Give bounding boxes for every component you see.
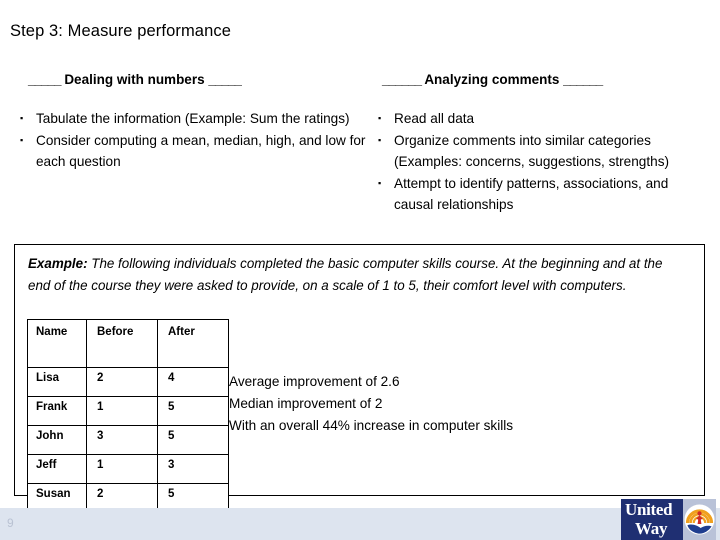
heading-label-left: Dealing with numbers [64, 72, 205, 87]
cell-name: John [27, 425, 87, 455]
column-header-before: Before [86, 319, 158, 368]
example-body-text: The following individuals completed the … [28, 256, 663, 293]
list-item-text: Organize comments into similar categorie… [394, 132, 670, 170]
example-lead-label: Example: [28, 256, 88, 271]
page-title: Step 3: Measure performance [10, 22, 231, 40]
page-number: 9 [7, 516, 14, 530]
cell-after: 5 [157, 396, 229, 426]
heading-label-right: Analyzing comments [424, 72, 560, 87]
column-header-after: After [157, 319, 229, 368]
heading-rule-right-after: ______ [563, 72, 603, 87]
bullet-square-icon: ▪ [20, 134, 24, 145]
cell-before: 1 [86, 396, 158, 426]
cell-name: Jeff [27, 454, 87, 484]
table-row: Lisa 2 4 [27, 367, 229, 397]
logo-line-1: United [625, 500, 673, 519]
heading-rule-right-before: ______ [382, 72, 422, 87]
table-header-row: Name Before After [27, 319, 229, 368]
table-row: Frank 1 5 [27, 396, 229, 426]
list-item: ▪ Organize comments into similar categor… [378, 130, 708, 173]
united-way-rainbow-hand-person-icon [684, 504, 715, 535]
list-item: ▪ Consider computing a mean, median, hig… [20, 130, 370, 173]
list-item: ▪ Tabulate the information (Example: Sum… [20, 108, 370, 130]
bullet-list-dealing-with-numbers: ▪ Tabulate the information (Example: Sum… [20, 108, 370, 173]
cell-name: Lisa [27, 367, 87, 397]
cell-after: 5 [157, 425, 229, 455]
list-item-text: Read all data [394, 111, 475, 126]
cell-before: 3 [86, 425, 158, 455]
summary-statistics: Average improvement of 2.6 Median improv… [229, 371, 513, 437]
list-item-text: Attempt to identify patterns, associatio… [394, 175, 669, 213]
list-item-text: Tabulate the information (Example: Sum t… [36, 111, 350, 126]
list-item: ▪ Read all data [378, 108, 708, 130]
list-item-text: Consider computing a mean, median, high,… [36, 132, 366, 170]
table-row: John 3 5 [27, 425, 229, 455]
bullet-square-icon: ▪ [378, 113, 382, 123]
bullet-list-analyzing-comments: ▪ Read all data ▪ Organize comments into… [378, 108, 708, 216]
example-callout-box: Example: The following individuals compl… [14, 244, 705, 513]
summary-line-median: Median improvement of 2 [229, 396, 383, 411]
ratings-table: Name Before After Lisa 2 4 Frank 1 5 Joh… [27, 319, 229, 513]
summary-line-overall: With an overall 44% increase in computer… [229, 418, 514, 433]
cell-name: Frank [27, 396, 87, 426]
footer-band [0, 508, 720, 540]
section-heading-analyzing-comments: ______ Analyzing comments ______ [382, 72, 603, 87]
cell-after: 3 [157, 454, 229, 484]
bullet-square-icon: ▪ [378, 177, 382, 188]
example-paragraph: Example: The following individuals compl… [28, 253, 684, 296]
united-way-logo: United Way [621, 499, 716, 540]
section-heading-dealing-with-numbers: _____ Dealing with numbers _____ [28, 72, 242, 87]
logo-line-2: Way [635, 519, 668, 538]
table-row: Jeff 1 3 [27, 454, 229, 484]
bullet-square-icon: ▪ [20, 113, 24, 123]
united-way-wordmark: United Way [621, 499, 683, 540]
heading-rule-left-after: _____ [208, 72, 242, 87]
cell-after: 4 [157, 367, 229, 397]
summary-line-average: Average improvement of 2.6 [229, 374, 400, 389]
cell-before: 2 [86, 367, 158, 397]
united-way-mark-panel [683, 499, 716, 540]
heading-rule-left-before: _____ [28, 72, 62, 87]
list-item: ▪ Attempt to identify patterns, associat… [378, 173, 708, 216]
column-header-name: Name [27, 319, 87, 368]
bullet-square-icon: ▪ [378, 134, 382, 145]
cell-before: 1 [86, 454, 158, 484]
